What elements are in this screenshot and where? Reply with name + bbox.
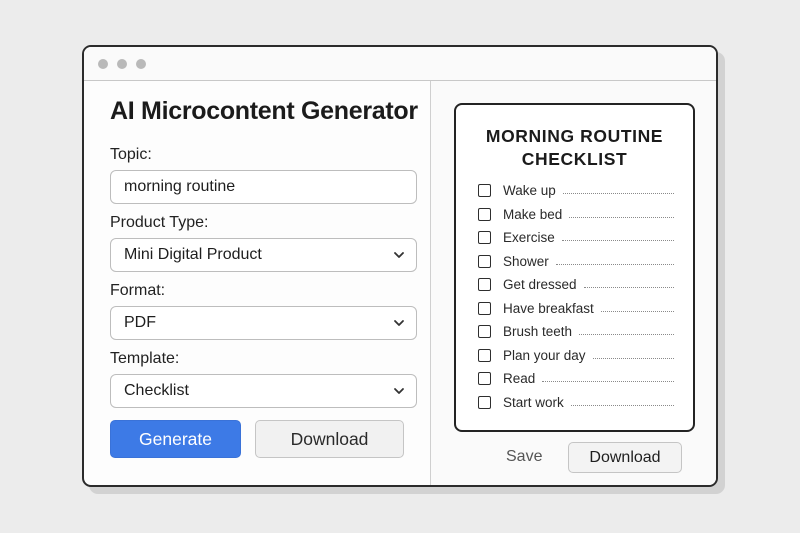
dotted-leader bbox=[592, 357, 674, 359]
window-maximize-dot-icon[interactable] bbox=[136, 58, 146, 69]
checklist-item: Read bbox=[478, 367, 674, 391]
checkbox-icon[interactable] bbox=[478, 254, 491, 268]
checklist-item-label: Shower bbox=[503, 253, 549, 269]
chevron-down-icon bbox=[394, 388, 404, 394]
topic-label: Topic: bbox=[110, 146, 152, 163]
format-select[interactable]: PDF bbox=[110, 306, 417, 340]
preview-title: MORNING ROUTINE CHECKLIST bbox=[456, 125, 693, 171]
checklist-item: Start work bbox=[478, 391, 674, 415]
checklist-preview-card: MORNING ROUTINE CHECKLIST Wake up Make b… bbox=[454, 103, 695, 432]
preview-download-button[interactable]: Download bbox=[568, 442, 682, 473]
checklist-item: Have breakfast bbox=[478, 297, 674, 321]
dotted-leader bbox=[579, 334, 674, 336]
checkbox-icon[interactable] bbox=[478, 278, 491, 292]
product-type-label: Product Type: bbox=[110, 214, 209, 231]
checklist-item-label: Plan your day bbox=[503, 347, 586, 363]
generate-button[interactable]: Generate bbox=[110, 420, 241, 458]
window-content: AI Microcontent Generator Topic: morning… bbox=[84, 81, 716, 485]
checklist-item: Exercise bbox=[478, 226, 674, 250]
topic-input-value: morning routine bbox=[124, 178, 236, 195]
checklist-item: Shower bbox=[478, 250, 674, 274]
product-type-select-value: Mini Digital Product bbox=[124, 246, 262, 263]
checklist: Wake up Make bed Exercise Shower Get dre… bbox=[478, 179, 674, 414]
window-close-dot-icon[interactable] bbox=[98, 58, 108, 69]
checklist-item: Make bed bbox=[478, 203, 674, 227]
checklist-item: Wake up bbox=[478, 179, 674, 203]
checkbox-icon[interactable] bbox=[478, 184, 491, 198]
template-select-value: Checklist bbox=[124, 382, 189, 399]
dotted-leader bbox=[583, 287, 674, 289]
generator-panel: AI Microcontent Generator Topic: morning… bbox=[84, 81, 431, 485]
format-select-value: PDF bbox=[124, 314, 156, 331]
dotted-leader bbox=[561, 240, 674, 242]
dotted-leader bbox=[542, 381, 674, 383]
template-label: Template: bbox=[110, 350, 180, 367]
checklist-item-label: Get dressed bbox=[503, 277, 577, 293]
template-select[interactable]: Checklist bbox=[110, 374, 417, 408]
checkbox-icon[interactable] bbox=[478, 231, 491, 245]
preview-panel: MORNING ROUTINE CHECKLIST Wake up Make b… bbox=[431, 81, 716, 485]
checklist-item-label: Wake up bbox=[503, 183, 556, 199]
checklist-item-label: Exercise bbox=[503, 230, 555, 246]
checkbox-icon[interactable] bbox=[478, 325, 491, 339]
checklist-item-label: Brush teeth bbox=[503, 324, 573, 340]
checklist-item-label: Make bed bbox=[503, 206, 563, 222]
product-type-select[interactable]: Mini Digital Product bbox=[110, 238, 417, 272]
checklist-item: Get dressed bbox=[478, 273, 674, 297]
checkbox-icon[interactable] bbox=[478, 372, 491, 386]
checkbox-icon[interactable] bbox=[478, 301, 491, 315]
dotted-leader bbox=[600, 310, 674, 312]
checklist-item-label: Start work bbox=[503, 394, 564, 410]
chevron-down-icon bbox=[394, 252, 404, 258]
format-label: Format: bbox=[110, 282, 166, 299]
checkbox-icon[interactable] bbox=[478, 207, 491, 221]
checkbox-icon[interactable] bbox=[478, 395, 491, 409]
checkbox-icon[interactable] bbox=[478, 348, 491, 362]
dotted-leader bbox=[569, 216, 674, 218]
window-minimize-dot-icon[interactable] bbox=[117, 58, 127, 69]
app-window: AI Microcontent Generator Topic: morning… bbox=[82, 45, 718, 487]
chevron-down-icon bbox=[394, 320, 404, 326]
dotted-leader bbox=[562, 193, 674, 195]
checklist-item-label: Read bbox=[503, 371, 536, 387]
checklist-item-label: Have breakfast bbox=[503, 300, 594, 316]
preview-title-line1: MORNING ROUTINE bbox=[485, 126, 664, 146]
checklist-item: Plan your day bbox=[478, 344, 674, 368]
download-button[interactable]: Download bbox=[255, 420, 404, 458]
checklist-item: Brush teeth bbox=[478, 320, 674, 344]
dotted-leader bbox=[570, 404, 674, 406]
topic-input[interactable]: morning routine bbox=[110, 170, 417, 204]
dotted-leader bbox=[555, 263, 674, 265]
save-button[interactable]: Save bbox=[506, 448, 542, 466]
app-title: AI Microcontent Generator bbox=[110, 97, 418, 125]
window-titlebar bbox=[84, 47, 716, 81]
preview-title-line2: CHECKLIST bbox=[521, 149, 628, 169]
